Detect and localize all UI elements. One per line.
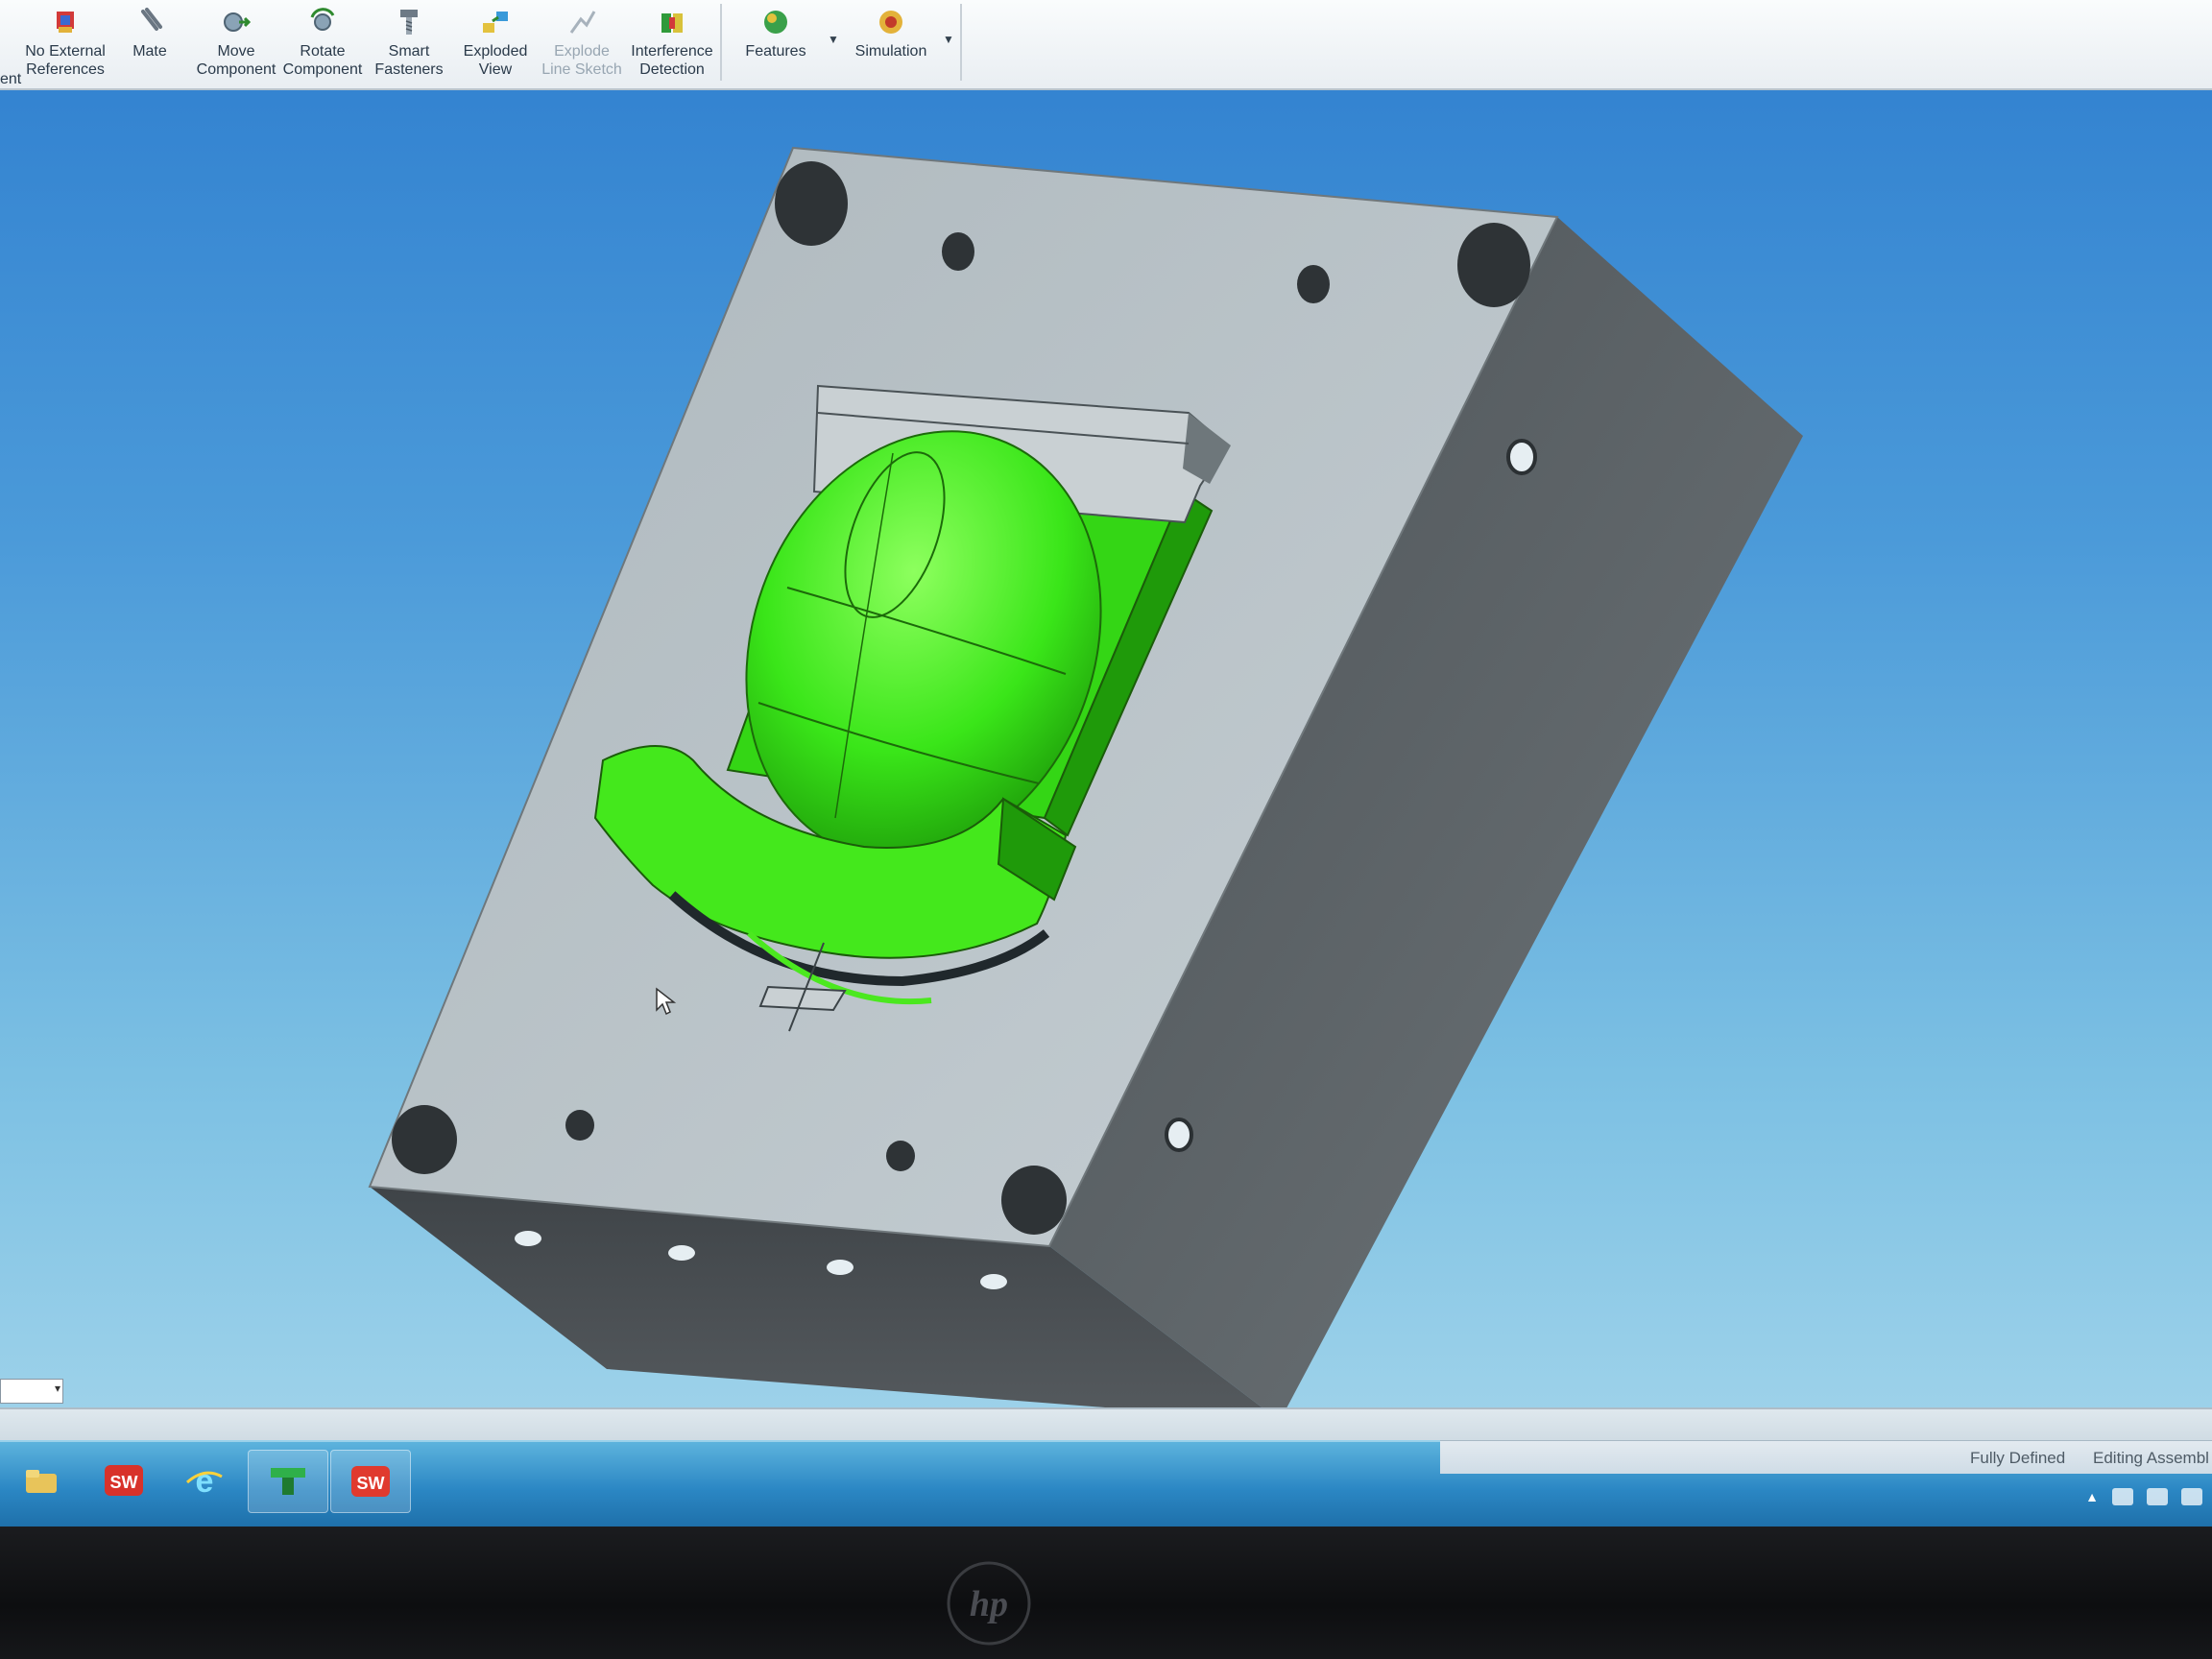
interference-detection-label-1: Interference xyxy=(631,43,713,60)
corner-hole xyxy=(1457,223,1530,307)
internet-explorer-icon: e xyxy=(186,1463,223,1500)
rotate-component-icon xyxy=(310,8,335,31)
svg-text:SW: SW xyxy=(357,1474,385,1493)
toolbar-separator-end xyxy=(960,4,962,81)
explode-line-sketch-icon xyxy=(569,11,596,34)
rotate-component-button[interactable]: Rotate Component xyxy=(278,6,367,86)
screw-hole xyxy=(886,1141,915,1171)
taskbar-drafting-app[interactable] xyxy=(248,1450,328,1513)
tray-expand-icon[interactable]: ▲ xyxy=(2085,1489,2099,1504)
move-component-button[interactable]: Move Component xyxy=(192,6,280,86)
monitor-bezel: hp xyxy=(0,1527,2212,1659)
smart-fasteners-label-2: Fasteners xyxy=(374,61,444,78)
no-external-references-label-1: No External xyxy=(25,43,106,60)
command-manager-toolbar: ent No External References Mate Move Com… xyxy=(0,0,2212,90)
status-editing-assembly: Editing Assembl xyxy=(2093,1449,2209,1467)
features-button[interactable]: Features xyxy=(732,6,820,86)
monitor-screen: ent No External References Mate Move Com… xyxy=(0,0,2212,1536)
explorer-icon xyxy=(26,1470,57,1493)
smart-fasteners-icon xyxy=(400,10,418,35)
drafting-app-icon xyxy=(271,1468,305,1495)
svg-text:hp: hp xyxy=(970,1584,1008,1624)
status-fully-defined: Fully Defined xyxy=(1970,1449,2066,1467)
solidworks-active-icon: SW xyxy=(351,1466,390,1497)
zoom-dropdown[interactable]: ▾ xyxy=(0,1379,63,1404)
rotate-component-label-1: Rotate xyxy=(300,43,346,60)
features-icon xyxy=(764,11,787,34)
interference-detection-button[interactable]: Interference Detection xyxy=(628,6,716,86)
exploded-view-icon xyxy=(483,12,508,33)
side-hole xyxy=(1506,439,1537,475)
system-tray: ▲ xyxy=(2085,1488,2202,1505)
front-hole xyxy=(827,1260,854,1275)
zoom-dropdown-arrow-icon[interactable]: ▾ xyxy=(55,1382,60,1395)
interference-detection-icon xyxy=(661,13,683,33)
front-hole xyxy=(980,1274,1007,1289)
taskbar-internet-explorer[interactable]: e xyxy=(165,1450,244,1511)
features-dropdown-arrow-icon[interactable]: ▼ xyxy=(828,33,839,46)
smart-fasteners-label-1: Smart xyxy=(388,43,430,60)
hp-logo: hp xyxy=(947,1561,1031,1646)
move-component-icon xyxy=(224,12,252,32)
solidworks-icon: SW xyxy=(105,1465,143,1496)
taskbar-explorer[interactable] xyxy=(2,1450,81,1511)
no-external-references-label-2: References xyxy=(26,61,105,78)
simulation-icon xyxy=(879,11,902,34)
model-tabs-strip xyxy=(0,1407,2212,1442)
mate-paperclip-icon xyxy=(141,8,162,31)
exploded-view-button[interactable]: Exploded View xyxy=(451,6,540,86)
truncated-label: ent xyxy=(0,71,22,87)
status-bar: Fully Defined Editing Assembl xyxy=(1440,1440,2212,1474)
tray-network-icon[interactable] xyxy=(2112,1488,2133,1505)
front-hole xyxy=(515,1231,541,1246)
mate-label: Mate xyxy=(132,43,167,60)
explode-line-sketch-label-2: Line Sketch xyxy=(541,61,622,78)
simulation-label: Simulation xyxy=(854,43,927,60)
side-hole xyxy=(1165,1118,1193,1152)
smart-fasteners-button[interactable]: Smart Fasteners xyxy=(365,6,453,86)
explode-line-sketch-label-1: Explode xyxy=(554,43,610,60)
svg-text:SW: SW xyxy=(110,1473,138,1492)
rotate-component-label-2: Component xyxy=(282,61,363,78)
corner-hole xyxy=(1001,1166,1067,1235)
mold-assembly-model[interactable] xyxy=(0,88,2212,1432)
corner-hole xyxy=(392,1105,457,1174)
graphics-viewport[interactable] xyxy=(0,88,2212,1432)
no-external-references-button[interactable]: No External References xyxy=(21,6,109,86)
explode-line-sketch-button[interactable]: Explode Line Sketch xyxy=(538,6,626,86)
tray-monitor-icon[interactable] xyxy=(2147,1488,2168,1505)
simulation-dropdown-arrow-icon[interactable]: ▼ xyxy=(943,33,954,46)
interference-detection-label-2: Detection xyxy=(639,61,705,78)
no-external-references-icon xyxy=(57,12,74,33)
screw-hole xyxy=(1297,265,1330,303)
screw-hole xyxy=(942,232,974,271)
simulation-button[interactable]: Simulation xyxy=(847,6,935,86)
taskbar-solidworks-active[interactable]: SW xyxy=(330,1450,411,1513)
move-component-label-2: Component xyxy=(196,61,276,78)
taskbar-solidworks[interactable]: SW xyxy=(84,1450,163,1511)
mate-button[interactable]: Mate xyxy=(106,6,194,86)
exploded-view-label-1: Exploded xyxy=(463,43,528,60)
features-label: Features xyxy=(745,43,806,60)
screw-hole xyxy=(565,1110,594,1141)
move-component-label-1: Move xyxy=(217,43,255,60)
corner-hole xyxy=(775,161,848,246)
front-hole xyxy=(668,1245,695,1261)
tray-volume-icon[interactable] xyxy=(2181,1488,2202,1505)
svg-text:e: e xyxy=(196,1463,214,1500)
exploded-view-label-2: View xyxy=(478,61,513,78)
toolbar-separator xyxy=(720,4,722,81)
mouse-pointer-icon xyxy=(656,987,677,1016)
